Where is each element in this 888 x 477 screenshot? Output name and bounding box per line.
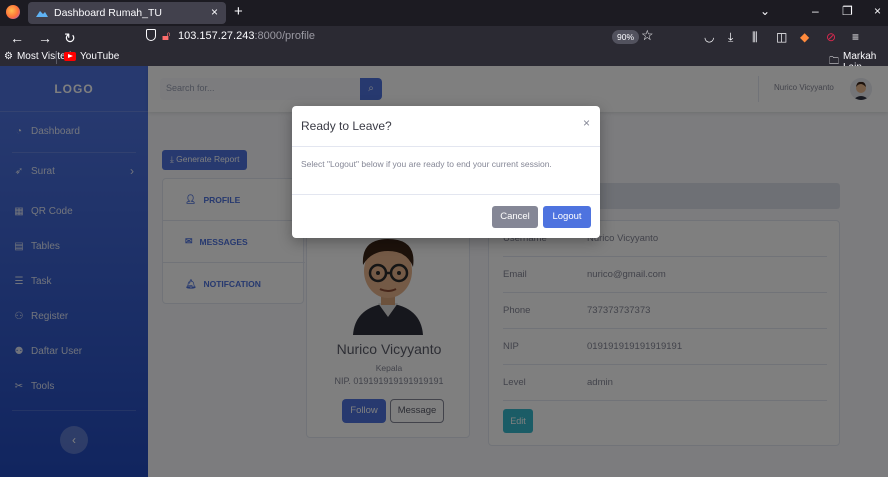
gear-icon: ⚙ (4, 51, 13, 62)
cancel-button[interactable]: Cancel (492, 206, 538, 228)
reload-icon[interactable]: ↻ (64, 30, 76, 47)
close-window-button[interactable]: × (874, 4, 881, 18)
favicon-icon (36, 11, 48, 17)
browser-tab[interactable]: Dashboard Rumah_TU × (28, 2, 226, 24)
bookmark-separator (56, 52, 57, 64)
sidebar-toggle-icon[interactable]: ◫ (776, 30, 787, 44)
insecure-lock-icon[interactable]: 🔓︎ (162, 28, 170, 44)
extension-block-icon[interactable]: ⊘ (826, 30, 836, 44)
back-arrow-icon[interactable]: ← (10, 30, 24, 46)
pocket-icon[interactable]: ◡ (704, 30, 714, 44)
logout-button[interactable]: Logout (543, 206, 591, 228)
tracking-shield-icon[interactable] (146, 29, 156, 41)
close-icon[interactable]: × (583, 116, 590, 130)
bookmark-most-visited[interactable]: ⚙ Most Visited (4, 51, 71, 62)
library-icon[interactable]: ⫼ (752, 30, 758, 45)
logout-modal: Ready to Leave? × Select "Logout" below … (292, 106, 600, 238)
modal-title: Ready to Leave? (301, 119, 392, 133)
extension-fox-icon[interactable]: ◆ (800, 30, 809, 44)
bookmark-star-icon[interactable]: ☆ (641, 27, 654, 44)
youtube-icon (64, 52, 76, 61)
tab-list-chevron-icon[interactable]: ⌄ (760, 4, 770, 18)
tab-close-icon[interactable]: × (211, 5, 218, 19)
menu-hamburger-icon[interactable]: ≡ (852, 30, 859, 44)
browser-toolbar: ← → ↻ 🔓︎ 103.157.27.243:8000/profile 90%… (0, 26, 888, 73)
forward-arrow-icon[interactable]: → (38, 30, 52, 46)
new-tab-button[interactable]: + (234, 3, 243, 20)
url-bar[interactable]: 🔓︎ 103.157.27.243:8000/profile 90% ☆ (138, 27, 662, 47)
web-page: LOGO ◔Dashboard ➶Surat › ▦QR Code ▤Table… (0, 66, 888, 477)
downloads-icon[interactable]: ⤓ (728, 30, 733, 45)
restore-button[interactable]: ❐ (842, 4, 853, 18)
firefox-logo-icon[interactable] (6, 5, 20, 19)
modal-divider (292, 194, 600, 195)
minimize-button[interactable]: – (812, 4, 819, 18)
url-text[interactable]: 103.157.27.243:8000/profile (178, 30, 315, 42)
bookmark-youtube[interactable]: YouTube (64, 51, 119, 62)
browser-tab-bar: Dashboard Rumah_TU × + ⌄ – ❐ × (0, 0, 888, 26)
modal-divider (292, 146, 600, 147)
modal-body: Select "Logout" below if you are ready t… (301, 159, 552, 169)
zoom-level-badge[interactable]: 90% (612, 30, 640, 44)
tab-title: Dashboard Rumah_TU (54, 7, 162, 19)
